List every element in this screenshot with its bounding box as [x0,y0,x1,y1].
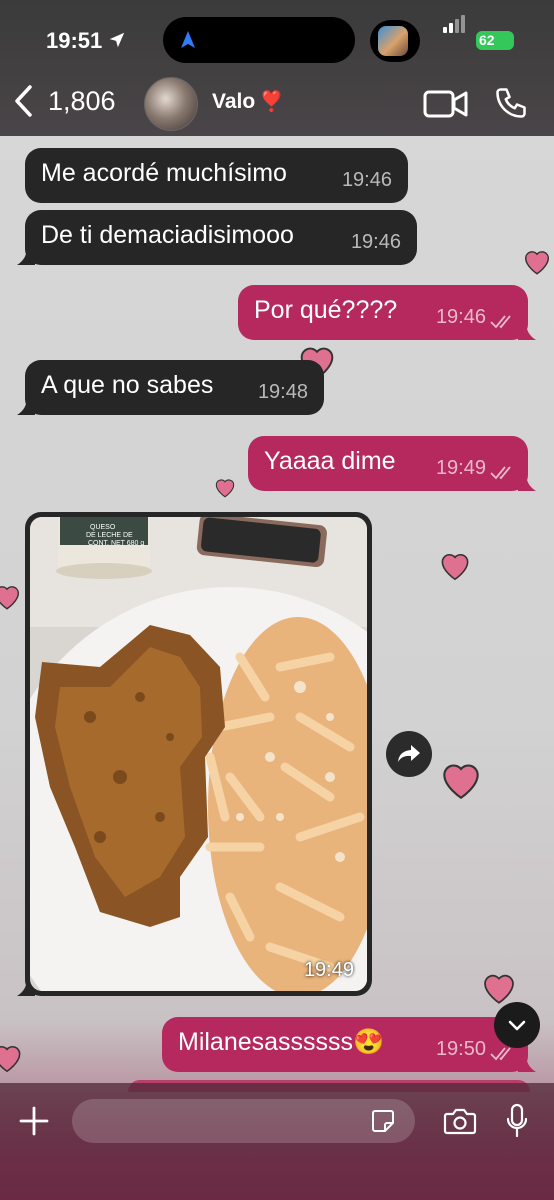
heart-decoration-icon [443,764,479,799]
bubble-tail [518,1054,536,1072]
message-text: De ti demaciadisimooo [41,221,294,249]
microphone-icon[interactable] [506,1103,528,1139]
message-incoming[interactable]: Me acordé muchísimo 19:46 [25,148,408,203]
message-incoming[interactable]: De ti demaciadisimooo 19:46 [17,210,417,265]
heart-decoration-icon [524,251,550,275]
plus-icon[interactable] [18,1105,50,1137]
heart-decoration-icon [215,479,235,498]
back-chevron-icon[interactable] [12,84,36,118]
video-call-icon[interactable] [423,88,469,120]
sticker-icon[interactable] [370,1108,396,1134]
scroll-to-bottom-button[interactable] [494,1002,540,1048]
contact-name-text: Valo [212,90,256,113]
contact-name[interactable]: Valo ❣️ [212,89,284,114]
top-bar: 19:51 62 1,806 Valo ❣️ [0,0,554,136]
message-outgoing[interactable]: Milanesassssss😍 19:50 [162,1017,536,1072]
message-time: 19:46 [350,231,401,253]
bubble-tail [518,473,536,491]
forward-icon [398,745,420,762]
location-arrow-icon [109,32,125,48]
contact-emoji: ❣️ [259,91,285,113]
battery-icon: 62 [476,31,514,50]
jar-label-line1: QUESO [90,524,116,531]
message-time: 19:46 [435,306,486,328]
unread-count[interactable]: 1,806 [48,86,116,117]
chevron-down-icon [508,1020,526,1031]
heart-decoration-icon [0,586,20,610]
message-text: Por qué???? [254,296,398,324]
battery-level: 62 [479,32,495,48]
read-ticks-icon [490,466,511,480]
heart-decoration-icon [0,1045,21,1073]
chat-screen: 19:51 62 1,806 Valo ❣️ Me acordé muchísim… [0,0,554,1200]
message-text: Milanesassssss😍 [178,1028,385,1056]
composer-bar [0,1083,554,1200]
status-time: 19:51 [46,28,103,53]
message-time: 19:49 [303,959,354,981]
live-activity-thumbnail[interactable] [370,20,420,62]
message-time: 19:50 [435,1038,486,1060]
bubble-tail [518,322,536,340]
message-outgoing[interactable]: Yaaaa dime 19:49 [248,436,536,491]
jar-label-line3: CONT. NET 680 g [88,540,144,547]
message-text: Me acordé muchísimo [41,159,287,187]
jar-label-line2: DE LECHE DE [86,532,133,539]
phone-icon[interactable] [493,84,529,122]
message-time: 19:49 [435,457,486,479]
navigation-icon [181,31,195,48]
photo-food[interactable]: QUESO DE LECHE DE CONT. NET 680 g [30,517,367,991]
bubble-tail [17,397,35,415]
message-input[interactable] [72,1099,415,1143]
message-incoming-image[interactable]: QUESO DE LECHE DE CONT. NET 680 g 19:49 [17,512,372,996]
avatar[interactable] [144,77,198,131]
forward-button[interactable] [386,731,432,777]
read-ticks-icon [490,315,511,329]
message-outgoing[interactable]: Por qué???? 19:46 [238,285,536,340]
read-ticks-icon [490,1047,511,1061]
bubble-tail [17,247,35,265]
message-text: Yaaaa dime [264,447,396,475]
message-time: 19:48 [257,381,308,403]
message-incoming[interactable]: A que no sabes 19:48 [17,360,324,415]
message-text: A que no sabes [41,371,214,399]
message-time: 19:46 [341,169,392,191]
camera-icon[interactable] [443,1107,477,1135]
heart-decoration-icon [441,553,469,581]
